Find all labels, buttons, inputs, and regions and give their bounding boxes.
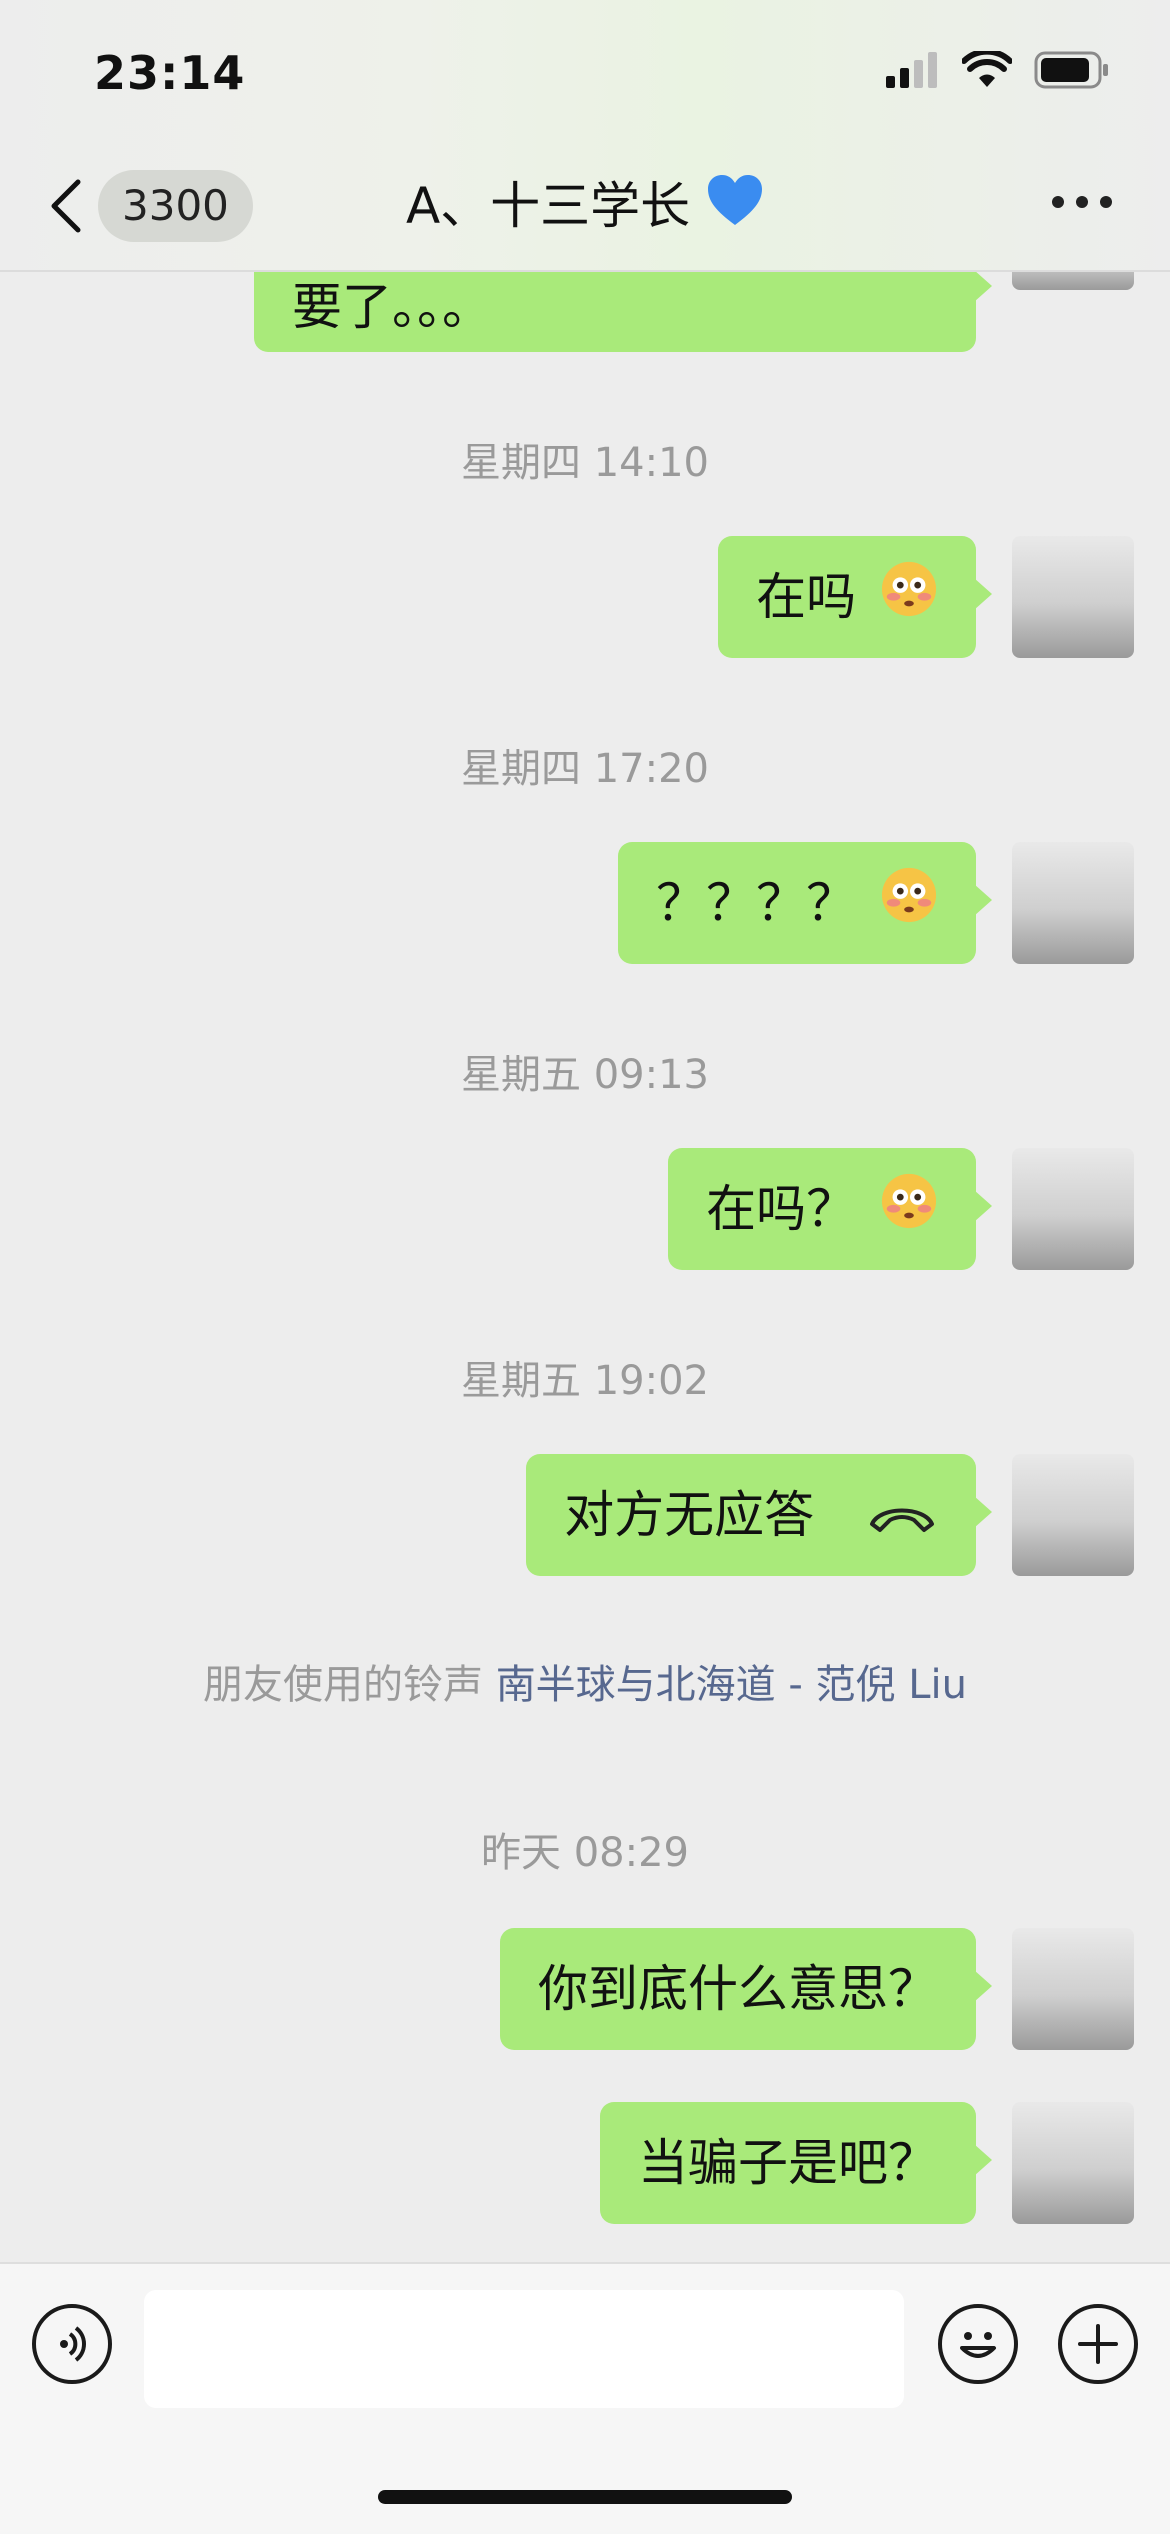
ringtone-prefix: 朋友使用的铃声 xyxy=(202,1662,483,1708)
ringtone-song-link[interactable]: 南半球与北海道 - 范倪 Liu xyxy=(496,1662,967,1708)
message-bubble[interactable]: ？？？？ xyxy=(618,842,992,964)
more-icon[interactable] xyxy=(1052,196,1112,208)
timestamp: 星期四 14:10 xyxy=(461,440,709,486)
message-row: ？？？？ xyxy=(618,842,1134,964)
chat-title: A、十三学长 xyxy=(0,170,1170,246)
status-time: 23:14 xyxy=(94,46,246,100)
ringtone-notice: 朋友使用的铃声 南半球与北海道 - 范倪 Liu xyxy=(0,1652,1170,1710)
chat-title-text: A、十三学长 xyxy=(405,177,691,235)
message-text: 当骗子是吧？ xyxy=(638,2134,938,2192)
home-indicator[interactable] xyxy=(378,2490,792,2504)
message-text: 在吗 xyxy=(756,568,857,626)
message-bubble[interactable]: 在吗 xyxy=(718,536,992,658)
message-text: ？？？？ xyxy=(656,874,857,932)
header: 23:14 3300 A、十三学长 xyxy=(0,0,1170,272)
flushed-face-icon xyxy=(880,1152,938,1274)
avatar[interactable] xyxy=(1012,2102,1134,2224)
message-text: 要了。。。 xyxy=(292,278,492,336)
battery-icon xyxy=(1034,51,1110,93)
message-row: 当骗子是吧？ xyxy=(600,2102,1134,2224)
avatar[interactable] xyxy=(1012,842,1134,964)
timestamp: 昨天 08:29 xyxy=(481,1830,689,1876)
message-bubble[interactable]: 你到底什么意思？ xyxy=(500,1928,992,2050)
flushed-face-icon xyxy=(880,846,938,968)
timestamp: 星期四 17:20 xyxy=(461,746,709,792)
message-input[interactable] xyxy=(144,2290,904,2408)
signal-icon xyxy=(886,52,940,92)
more-dot xyxy=(1052,196,1064,208)
avatar[interactable] xyxy=(1012,1928,1134,2050)
voice-icon[interactable] xyxy=(32,2304,112,2384)
call-bubble[interactable]: 对方无应答 xyxy=(526,1454,992,1576)
more-dot xyxy=(1076,196,1088,208)
message-text: 在吗？ xyxy=(706,1180,857,1238)
emoji-icon[interactable] xyxy=(938,2304,1018,2384)
message-bubble[interactable]: 当骗子是吧？ xyxy=(600,2102,992,2224)
message-row: 在吗？ xyxy=(668,1148,1134,1270)
avatar[interactable] xyxy=(1012,536,1134,658)
more-dot xyxy=(1100,196,1112,208)
message-text: 你到底什么意思？ xyxy=(538,1960,938,2018)
blue-heart-icon xyxy=(706,173,764,246)
message-row: 在吗 xyxy=(718,536,1134,658)
call-message-row: 对方无应答 xyxy=(526,1454,1134,1576)
message-row: 你到底什么意思？ xyxy=(500,1928,1134,2050)
plus-icon[interactable] xyxy=(1058,2304,1138,2384)
wifi-icon xyxy=(961,48,1013,93)
chat-area[interactable]: 要了。。。 星期四 14:10 在吗 星期四 17:20 ？？？？ 星期五 09… xyxy=(0,0,1170,2262)
avatar[interactable] xyxy=(1012,1148,1134,1270)
avatar[interactable] xyxy=(1012,1454,1134,1576)
timestamp: 星期五 09:13 xyxy=(461,1052,709,1098)
status-icons xyxy=(886,48,1110,93)
timestamp: 星期五 19:02 xyxy=(461,1358,709,1404)
hang-up-phone-icon xyxy=(866,1458,938,1580)
flushed-face-icon xyxy=(880,540,938,662)
call-status-text: 对方无应答 xyxy=(564,1486,815,1544)
message-bubble[interactable]: 在吗？ xyxy=(668,1148,992,1270)
